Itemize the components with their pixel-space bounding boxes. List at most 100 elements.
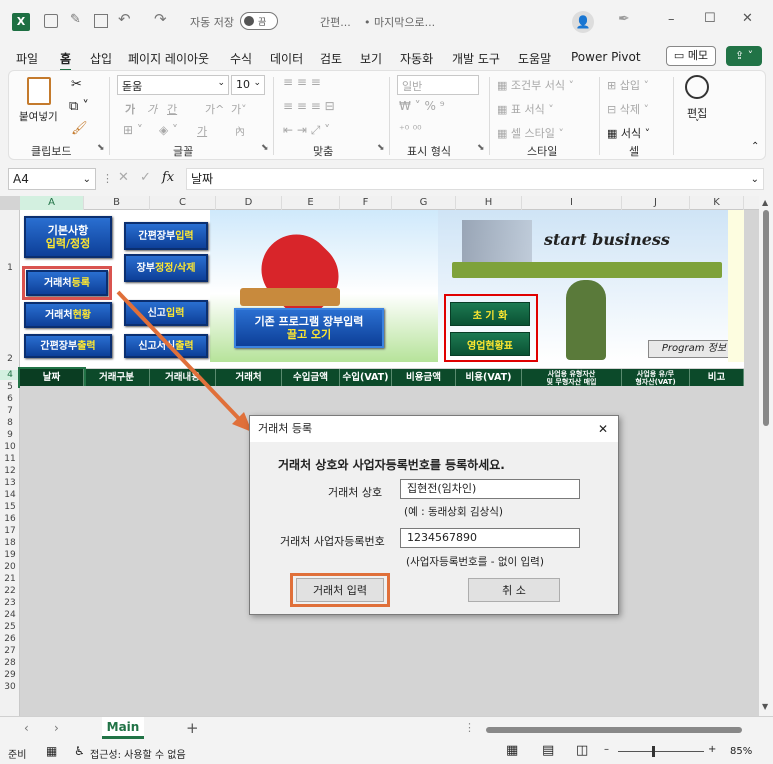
tab-7[interactable]: 보기	[360, 50, 382, 67]
tab-10[interactable]: 도움말	[518, 50, 551, 67]
tab-0[interactable]: 파일	[16, 50, 38, 67]
alignment-launcher-icon[interactable]: ⬊	[377, 143, 385, 153]
row-header[interactable]: 24	[0, 610, 20, 620]
accessibility-status[interactable]: 접근성: 사용할 수 없음	[90, 746, 186, 761]
row-header[interactable]: 19	[0, 550, 20, 560]
filename[interactable]: 간편...	[320, 14, 351, 30]
header-cell[interactable]: 날짜	[18, 367, 86, 388]
formula-input[interactable]: 날짜 ⌄	[186, 168, 764, 190]
column-header[interactable]: J	[622, 196, 690, 210]
tab-8[interactable]: 자동화	[400, 50, 433, 67]
clipboard-launcher-icon[interactable]: ⬊	[97, 143, 105, 153]
page-break-icon[interactable]: ◫	[576, 743, 588, 758]
row-header[interactable]: 6	[0, 394, 20, 404]
zoom-level[interactable]: 85%	[730, 746, 752, 757]
delete-cells-button[interactable]: ⊟ 삭제 ˅	[607, 101, 649, 117]
align-top-icon[interactable]: ≡ ≡ ≡	[283, 75, 321, 89]
form-icon[interactable]	[94, 14, 108, 28]
fill-color-icon[interactable]: ◈ ˅	[159, 123, 178, 137]
align-left-icon[interactable]: ≡ ≡ ≡ ⊟	[283, 99, 335, 113]
cut-icon[interactable]: ✂	[71, 77, 82, 92]
italic-button[interactable]: 가	[147, 101, 157, 117]
tab-11[interactable]: Power Pivot	[571, 50, 641, 64]
dialog-close-button[interactable]: ✕	[598, 416, 608, 442]
number-launcher-icon[interactable]: ⬊	[477, 143, 485, 153]
more-icon[interactable]: ⋮	[102, 172, 113, 185]
next-sheet-icon[interactable]: ›	[54, 721, 59, 735]
enter-icon[interactable]: ✓	[140, 170, 151, 185]
header-cell[interactable]: 사업용 유형자산 및 무형자산 매입	[522, 369, 622, 386]
row-header[interactable]: 17	[0, 526, 20, 536]
insert-cells-button[interactable]: ⊞ 삽입 ˅	[607, 77, 649, 93]
autosave-toggle[interactable]: 끔	[240, 12, 278, 30]
row-header[interactable]: 13	[0, 478, 20, 488]
row-header[interactable]: 25	[0, 622, 20, 632]
normal-view-icon[interactable]: ▦	[506, 743, 518, 758]
grow-font-button[interactable]: 가^	[205, 101, 224, 117]
prev-sheet-icon[interactable]: ‹	[24, 721, 29, 735]
search-icon[interactable]	[685, 75, 709, 99]
font-size-select[interactable]: 10 ⌄	[231, 75, 265, 95]
row-header[interactable]: 22	[0, 586, 20, 596]
indent-icon[interactable]: ⇤ ⇥ ⤢ ˅	[283, 123, 330, 138]
accessibility-icon[interactable]: ♿	[74, 744, 85, 758]
font-name-select[interactable]: 돋움 ⌄	[117, 75, 229, 95]
row-header[interactable]: 27	[0, 646, 20, 656]
basic-info-button[interactable]: 기본사항 입력/정정	[24, 216, 112, 258]
header-cell[interactable]: 비용금액	[392, 369, 456, 386]
row-header[interactable]: 26	[0, 634, 20, 644]
sheet-more-icon[interactable]: ⋮	[464, 721, 475, 734]
row-header[interactable]: 9	[0, 430, 20, 440]
column-header[interactable]: F	[340, 196, 392, 210]
table-format-button[interactable]: ▦ 표 서식 ˅	[497, 101, 554, 117]
font-launcher-icon[interactable]: ⬊	[261, 143, 269, 153]
font-color-button[interactable]: 가	[197, 123, 207, 139]
header-cell[interactable]: 수입금액	[282, 369, 340, 386]
cell-style-button[interactable]: ▦ 셀 스타일 ˅	[497, 125, 564, 141]
header-cell[interactable]: 비고	[690, 369, 744, 386]
vendor-name-input[interactable]: 집현전(임차인)	[400, 479, 580, 499]
tab-2[interactable]: 삽입	[90, 50, 112, 67]
column-header[interactable]: E	[282, 196, 340, 210]
horizontal-scrollbar[interactable]	[486, 727, 742, 733]
redo-icon[interactable]: ↷	[154, 10, 167, 28]
header-cell[interactable]: 수입(VAT)	[340, 369, 392, 386]
header-cell[interactable]: 비용(VAT)	[456, 369, 522, 386]
column-header[interactable]: C	[150, 196, 216, 210]
sheet-tab-main[interactable]: Main	[102, 717, 144, 739]
row-header[interactable]: 15	[0, 502, 20, 512]
zoom-in-icon[interactable]: +	[708, 744, 716, 755]
column-header[interactable]: G	[392, 196, 456, 210]
row-header[interactable]: 29	[0, 670, 20, 680]
header-cell[interactable]: 거래구분	[84, 369, 150, 386]
ledger-edit-button[interactable]: 장부 정정/삭제	[124, 254, 208, 282]
shrink-font-button[interactable]: 가˅	[231, 101, 247, 117]
minimize-button[interactable]: –	[668, 12, 675, 27]
scroll-thumb[interactable]	[763, 210, 769, 426]
memo-button[interactable]: ▭ 메모	[666, 46, 716, 66]
format-painter-icon[interactable]: 🖌	[71, 121, 88, 136]
insert-function-icon[interactable]: fx	[162, 170, 174, 185]
import-ledger-button[interactable]: 기존 프로그램 장부입력 끌고 오기	[234, 308, 384, 348]
row-header[interactable]: 1	[0, 263, 20, 273]
column-header[interactable]: D	[216, 196, 282, 210]
cancel-icon[interactable]: ✕	[118, 170, 129, 185]
column-header[interactable]: K	[690, 196, 744, 210]
row-header[interactable]: 20	[0, 562, 20, 572]
ledger-print-button[interactable]: 간편장부 출력	[24, 334, 112, 358]
underline-button[interactable]: 간	[167, 101, 177, 117]
zoom-out-icon[interactable]: –	[604, 744, 609, 755]
vendor-status-button[interactable]: 거래처 현황	[24, 302, 112, 328]
tab-5[interactable]: 데이터	[270, 50, 303, 67]
report-print-button[interactable]: 신고서식 출력	[124, 334, 208, 358]
number-format-select[interactable]: 일반	[397, 75, 479, 95]
zoom-slider-thumb[interactable]	[652, 746, 655, 757]
report-input-button[interactable]: 신고 입력	[124, 300, 208, 326]
row-header[interactable]: 30	[0, 682, 20, 692]
macro-icon[interactable]: ▦	[46, 744, 57, 758]
row-header[interactable]: 2	[0, 354, 20, 364]
row-header[interactable]: 7	[0, 406, 20, 416]
header-cell[interactable]: 거래처	[216, 369, 282, 386]
column-header[interactable]: A	[20, 196, 84, 210]
page-layout-icon[interactable]: ▤	[542, 743, 554, 758]
